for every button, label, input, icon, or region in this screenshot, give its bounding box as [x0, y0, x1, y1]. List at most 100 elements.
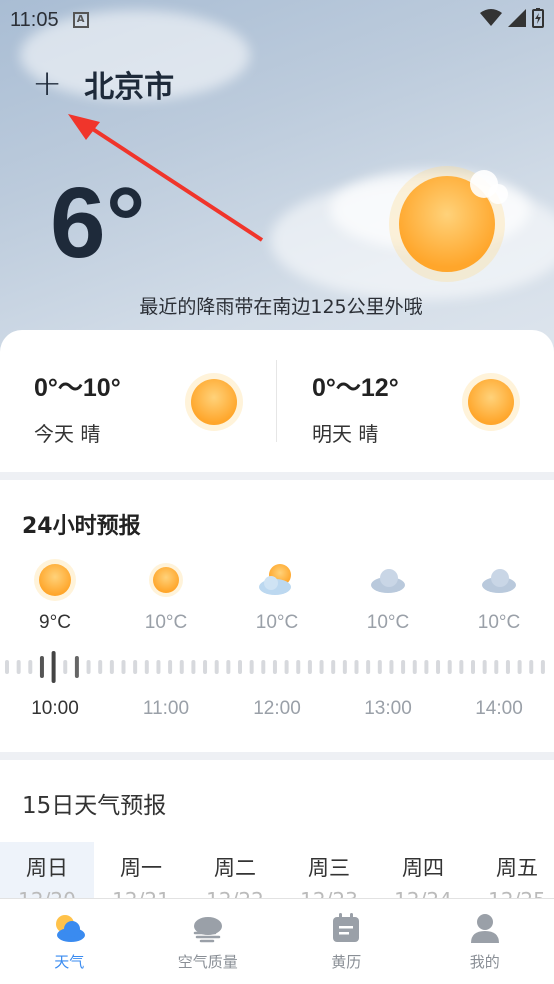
daily-item[interactable]: 周五 12/25 — [470, 842, 554, 902]
scrubber-tick — [109, 660, 114, 674]
profile-icon — [470, 914, 499, 943]
scrubber-tick — [39, 656, 44, 678]
scrubber-tick — [144, 660, 149, 674]
scrubber-tick — [168, 660, 173, 674]
scrubber-tick — [494, 660, 499, 674]
today-label: 今天 晴 — [34, 422, 101, 446]
daily-item[interactable]: 周二 12/22 — [188, 842, 282, 902]
nav-weather[interactable]: 天气 — [0, 899, 139, 984]
scrubber-tick — [401, 660, 406, 674]
scrubber-tick — [284, 660, 289, 674]
daily-forecast-card: 15日天气预报 周日 12/20 周一 12/21 周二 12/22 周三 12… — [0, 760, 554, 902]
scrubber-tick — [249, 660, 254, 674]
scrubber-tick — [342, 660, 347, 674]
scrubber-tick — [191, 660, 196, 674]
weekday: 周五 — [496, 856, 538, 880]
notification-a-icon: A — [72, 12, 89, 28]
hourly-item[interactable]: 10°C — [237, 558, 317, 634]
scrubber-tick — [156, 660, 161, 674]
scrubber-tick — [16, 660, 21, 674]
calendar-icon — [333, 913, 360, 942]
hourly-item[interactable]: 10°C — [348, 558, 428, 634]
battery-icon — [532, 8, 544, 28]
tomorrow-label: 明天 晴 — [312, 422, 379, 446]
scrubber-tick — [424, 660, 429, 674]
signal-icon — [508, 9, 526, 27]
scrubber-tick — [261, 660, 266, 674]
air-quality-icon — [193, 917, 222, 943]
timeline-scrubber[interactable] — [4, 650, 550, 684]
nav-almanac[interactable]: 黄历 — [277, 899, 416, 984]
hourly-item[interactable]: 9°C — [15, 558, 95, 634]
scrubber-tick — [238, 660, 242, 674]
daily-item[interactable]: 周一 12/21 — [94, 842, 188, 902]
nav-air-quality[interactable]: 空气质量 — [139, 899, 278, 984]
plus-icon[interactable]: + — [32, 64, 62, 104]
sun-icon — [389, 166, 508, 282]
hourly-temp: 9°C — [39, 612, 71, 633]
scrubber-tick — [28, 660, 33, 674]
weekday: 周二 — [214, 856, 256, 880]
scrubber-tick — [121, 660, 126, 674]
hourly-temp: 10°C — [366, 612, 410, 633]
scrubber-tick — [354, 660, 359, 674]
scrubber-tick — [307, 660, 312, 674]
daily-list: 周日 12/20 周一 12/21 周二 12/22 周三 12/23 周四 1… — [0, 842, 554, 902]
scrubber-tick — [447, 660, 452, 674]
scrubber-tick — [296, 660, 301, 674]
nav-profile[interactable]: 我的 — [416, 899, 554, 984]
hourly-time: 14:00 — [475, 698, 523, 719]
scrubber-tick — [74, 656, 79, 678]
scrubber-tick — [214, 660, 219, 674]
daily-item[interactable]: 周三 12/23 — [282, 842, 376, 902]
scrubber-tick — [319, 660, 324, 674]
scrubber-tick — [377, 660, 382, 674]
scrubber-tick — [540, 660, 545, 674]
hourly-title: 24小时预报 — [22, 514, 141, 539]
sun-icon — [34, 559, 76, 601]
partly-cloudy-icon — [259, 564, 291, 595]
nav-label: 空气质量 — [177, 953, 238, 971]
daily-title: 15日天气预报 — [22, 793, 167, 819]
hourly-forecast-card: 24小时预报 9°C 10°C 10°C 10°C 10°C 10:00 11:… — [0, 480, 554, 752]
tomorrow-summary[interactable]: 0°～12° 明天 晴 — [312, 368, 399, 447]
hourly-item[interactable]: 10°C — [459, 558, 539, 634]
today-summary[interactable]: 0°～10° 今天 晴 — [34, 368, 121, 447]
cloud-icon — [371, 569, 405, 593]
scrubber-tick — [389, 660, 394, 674]
daily-item[interactable]: 周日 12/20 — [0, 842, 94, 902]
scrubber-tick — [179, 660, 184, 674]
weekday: 周四 — [402, 856, 444, 880]
today-tomorrow-card: 0°～10° 今天 晴 0°～12° 明天 晴 — [0, 330, 554, 472]
daily-item[interactable]: 周四 12/24 — [376, 842, 470, 902]
scrubber-tick — [505, 660, 510, 674]
hourly-time: 11:00 — [142, 698, 190, 719]
nav-label: 天气 — [54, 953, 85, 971]
scrubber-tick — [459, 660, 464, 674]
status-icons — [480, 8, 544, 28]
weather-icon — [56, 915, 86, 942]
bottom-navigation: 天气 空气质量 黄历 我的 — [0, 898, 554, 984]
status-time: 11:05 — [10, 8, 59, 31]
hourly-temp: 10°C — [477, 612, 521, 633]
city-name[interactable]: 北京市 — [84, 62, 174, 106]
scrubber-tick — [86, 660, 91, 674]
scrubber-tick — [331, 660, 336, 674]
scrubber-tick — [482, 660, 487, 674]
scrubber-tick — [5, 660, 9, 674]
scrubber-tick — [366, 660, 371, 674]
scrubber-tick — [51, 651, 56, 683]
cloud-icon — [482, 569, 516, 593]
scrubber-tick — [63, 660, 68, 674]
scrubber-tick — [412, 660, 417, 674]
scrubber-tick — [272, 660, 277, 674]
tomorrow-temp-range: 0°～12° — [312, 374, 399, 402]
sun-icon — [185, 373, 243, 431]
hourly-item[interactable]: 10°C — [126, 558, 206, 634]
scrubber-tick — [436, 660, 441, 674]
weekday: 周一 — [120, 856, 162, 880]
divider — [276, 360, 277, 442]
rain-notice[interactable]: 最近的降雨带在南边125公里外哦 — [0, 292, 554, 319]
sun-icon — [462, 373, 520, 431]
weekday: 周三 — [308, 856, 350, 880]
